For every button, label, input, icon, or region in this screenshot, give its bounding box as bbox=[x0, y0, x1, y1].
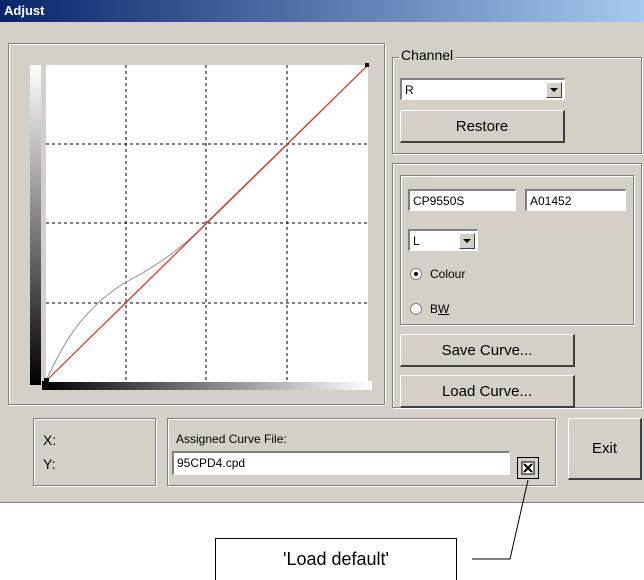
load-default-button[interactable] bbox=[517, 457, 539, 479]
mode-value: L bbox=[413, 234, 420, 248]
y-coord-label: Y: bbox=[43, 456, 56, 472]
assigned-file-field: 95CPD4.cpd bbox=[172, 451, 510, 475]
bw-label[interactable]: BW bbox=[430, 302, 449, 316]
load-curve-button[interactable]: Load Curve... bbox=[400, 375, 575, 408]
channel-value: R bbox=[405, 83, 414, 97]
restore-button[interactable]: Restore bbox=[400, 110, 565, 143]
window-title: Adjust bbox=[4, 3, 45, 18]
channel-legend: Channel bbox=[399, 47, 456, 63]
title-bar: Adjust bbox=[0, 0, 644, 22]
model-field[interactable]: CP9550S bbox=[408, 189, 516, 211]
exit-button[interactable]: Exit bbox=[568, 418, 642, 480]
serial-field[interactable]: A01452 bbox=[525, 189, 626, 211]
colour-label[interactable]: Colour bbox=[430, 267, 465, 281]
load-default-icon bbox=[521, 461, 535, 475]
adjust-window: Adjust Channel R Restore CP9550S A01452 … bbox=[0, 0, 644, 503]
bw-radio[interactable] bbox=[410, 303, 422, 315]
vertical-gray-ramp bbox=[30, 65, 41, 385]
curve-start-handle[interactable] bbox=[44, 378, 49, 383]
assigned-file-label: Assigned Curve File: bbox=[176, 432, 287, 446]
load-default-callout: 'Load default' bbox=[215, 538, 457, 580]
mode-select[interactable]: L bbox=[408, 229, 478, 251]
coords-box bbox=[33, 418, 156, 486]
save-curve-button[interactable]: Save Curve... bbox=[400, 334, 575, 367]
curve-graph[interactable] bbox=[30, 60, 375, 390]
x-coord-label: X: bbox=[43, 432, 57, 448]
chevron-down-icon[interactable] bbox=[459, 233, 475, 249]
curve-end-handle[interactable] bbox=[365, 63, 369, 67]
channel-select[interactable]: R bbox=[400, 78, 565, 100]
colour-radio[interactable] bbox=[410, 268, 422, 280]
chevron-down-icon[interactable] bbox=[546, 82, 562, 98]
horizontal-gray-ramp bbox=[42, 381, 372, 390]
